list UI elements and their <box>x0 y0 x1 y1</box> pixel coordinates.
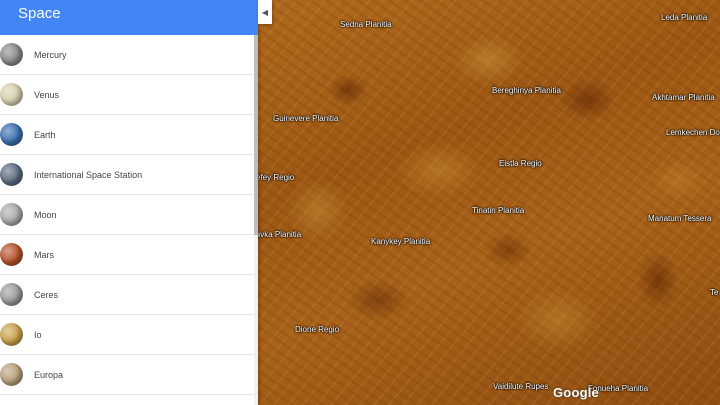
map-label-sedna: Sedna Planitia <box>340 20 392 29</box>
planet-label: International Space Station <box>34 169 143 180</box>
scrollbar-thumb[interactable] <box>254 35 258 235</box>
planet-label: Mercury <box>34 49 67 60</box>
map-label-tefey: Tefey Regio <box>258 173 295 182</box>
planet-label: Venus <box>34 89 60 100</box>
map-label-leda: Leda Planitia <box>661 13 708 22</box>
planet-label: Mars <box>34 249 54 260</box>
planet-thumbnail <box>0 363 23 386</box>
planet-label: Io <box>34 329 42 340</box>
planet-item-moon[interactable]: Moon <box>0 195 254 235</box>
collapse-sidebar-button[interactable]: ◀ <box>258 0 272 24</box>
planet-thumbnail <box>0 163 23 186</box>
sidebar: Space Mercury Venus Earth International Spa… <box>0 0 258 405</box>
planet-label: Earth <box>34 129 56 140</box>
map-label-vaidilute: Vaidilute Rupes <box>493 382 549 391</box>
planet-item-ceres[interactable]: Ceres <box>0 275 254 315</box>
planet-item-international-space-station[interactable]: International Space Station <box>0 155 254 195</box>
map-label-manatum: Manatum Tessera <box>648 214 712 223</box>
map-label-navka: Navka Planitia <box>258 230 302 239</box>
planet-list: Mercury Venus Earth International Space Sta… <box>0 35 258 395</box>
planet-thumbnail <box>0 323 23 346</box>
google-logo: Google <box>553 385 599 400</box>
map-label-te: Te <box>710 288 719 297</box>
planet-thumbnail <box>0 83 23 106</box>
chevron-left-icon: ◀ <box>261 7 269 17</box>
planet-thumbnail <box>0 43 23 66</box>
planet-thumbnail <box>0 283 23 306</box>
planet-label: Europa <box>34 369 64 380</box>
map-label-kanykey: Kanykey Planitia <box>371 237 431 246</box>
map-view[interactable]: Sedna Planitia Leda Planitia Bereghinya … <box>258 0 720 405</box>
map-label-akhtamar: Akhtamar Planitia <box>652 93 715 102</box>
planet-item-europa[interactable]: Europa <box>0 355 254 395</box>
planet-label: Moon <box>34 209 57 220</box>
planet-item-venus[interactable]: Venus <box>0 75 254 115</box>
planet-label: Ceres <box>34 289 59 300</box>
sidebar-title: Space <box>0 0 258 35</box>
planet-item-mars[interactable]: Mars <box>0 235 254 275</box>
map-label-tinatin: Tinatin Planitia <box>472 206 525 215</box>
planet-thumbnail <box>0 123 23 146</box>
planet-item-mercury[interactable]: Mercury <box>0 35 254 75</box>
map-label-eistla: Eistla Regio <box>499 159 542 168</box>
planet-thumbnail <box>0 203 23 226</box>
map-label-lemkechen: Lemkechen Dorsa <box>666 128 720 137</box>
map-label-dione: Dione Regio <box>295 325 340 334</box>
map-label-guinevere: Guinevere Planitia <box>273 114 339 123</box>
planet-item-io[interactable]: Io <box>0 315 254 355</box>
map-label-bereghinya: Bereghinya Planitia <box>492 86 561 95</box>
planet-item-earth[interactable]: Earth <box>0 115 254 155</box>
planet-thumbnail <box>0 243 23 266</box>
